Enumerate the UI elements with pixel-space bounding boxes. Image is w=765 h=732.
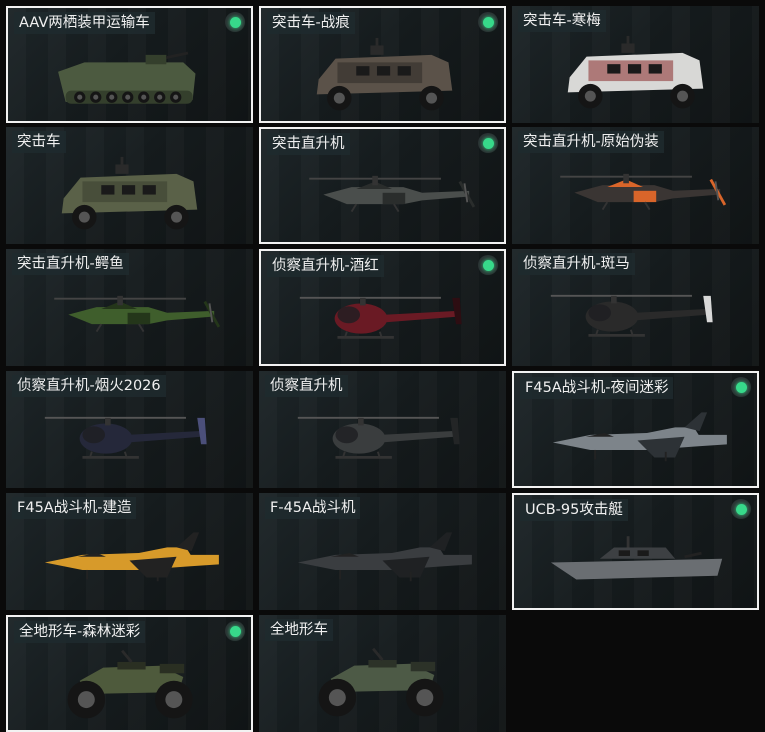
truck-vehicle-image [281,34,488,119]
status-dot-icon [478,255,498,275]
vehicle-name: AAV两栖装甲运输车 [14,12,155,34]
littlebird-vehicle-image [281,277,488,362]
littlebird-vehicle-image [279,397,486,482]
vehicle-card[interactable]: 侦察直升机 [259,371,506,488]
vehicle-card[interactable]: 突击直升机-鳄鱼 [6,249,253,366]
vehicle-name: 侦察直升机-烟火2026 [12,375,166,397]
apache-vehicle-image [532,153,739,238]
status-dot-icon [478,12,498,32]
status-dot-icon [225,12,245,32]
vehicle-card[interactable]: 全地形车-森林迷彩 [6,615,253,732]
vehicle-card[interactable]: 侦察直升机-烟火2026 [6,371,253,488]
vehicle-name: 突击直升机-原始伪装 [518,131,664,153]
boat-vehicle-image [534,521,741,606]
vehicle-name: 侦察直升机-酒红 [267,255,384,277]
vehicle-name: 全地形车 [265,619,333,641]
vehicle-name: F-45A战斗机 [265,497,361,519]
vehicle-name: 突击直升机-鳄鱼 [12,253,129,275]
littlebird-vehicle-image [532,275,739,360]
status-dot-icon [478,133,498,153]
vehicle-name: F45A战斗机-夜间迷彩 [520,377,674,399]
vehicle-name: UCB-95攻击艇 [520,499,628,521]
vehicle-card[interactable]: 全地形车 [259,615,506,732]
apache-vehicle-image [26,275,233,360]
vehicle-name: 全地形车-森林迷彩 [14,621,146,643]
littlebird-vehicle-image [26,397,233,482]
vehicle-name: F45A战斗机-建造 [12,497,137,519]
vehicle-card[interactable]: AAV两栖装甲运输车 [6,6,253,123]
jet-vehicle-image [534,399,741,484]
vehicle-card[interactable]: F-45A战斗机 [259,493,506,610]
vehicle-name: 突击车-战痕 [267,12,355,34]
vehicle-card[interactable]: 侦察直升机-酒红 [259,249,506,366]
status-dot-icon [225,621,245,641]
vehicle-card[interactable]: 突击直升机-原始伪装 [512,127,759,244]
amphib-vehicle-image [28,34,235,119]
truck-vehicle-image [532,32,739,117]
status-dot-icon [731,499,751,519]
atv-vehicle-image [279,641,486,726]
jet-vehicle-image [279,519,486,604]
vehicle-card[interactable]: 突击车 [6,127,253,244]
vehicle-name: 突击车 [12,131,66,153]
truck-vehicle-image [26,153,233,238]
vehicle-card[interactable]: F45A战斗机-夜间迷彩 [512,371,759,488]
vehicle-name: 突击车-寒梅 [518,10,606,32]
vehicle-card[interactable]: UCB-95攻击艇 [512,493,759,610]
vehicle-card[interactable]: F45A战斗机-建造 [6,493,253,610]
vehicle-name: 侦察直升机-斑马 [518,253,635,275]
vehicle-card[interactable]: 侦察直升机-斑马 [512,249,759,366]
apache-vehicle-image [281,155,488,240]
vehicle-card[interactable]: 突击车-寒梅 [512,6,759,123]
vehicle-skin-grid: AAV两栖装甲运输车 突击车-战痕 突击车-寒梅 突击车 突击直升机 突击直升机… [0,0,765,732]
vehicle-card[interactable]: 突击直升机 [259,127,506,244]
status-dot-icon [731,377,751,397]
atv-vehicle-image [28,643,235,728]
vehicle-name: 侦察直升机 [265,375,348,397]
vehicle-name: 突击直升机 [267,133,350,155]
jet-vehicle-image [26,519,233,604]
vehicle-card[interactable]: 突击车-战痕 [259,6,506,123]
